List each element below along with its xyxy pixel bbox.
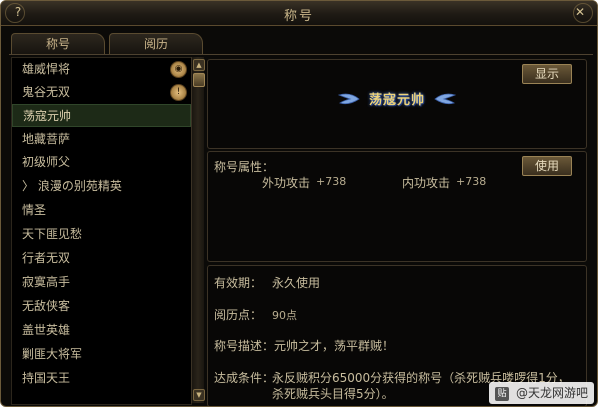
list-item[interactable]: 雄威悍将 ◉ [12,58,191,81]
list-item-label: 寂寞高手 [22,275,71,289]
title-list: 雄威悍将 ◉ 鬼谷无双 ! 荡寇元帅 地藏菩萨 初级师父 〉 浪漫の别苑精英 情… [11,57,192,405]
list-item-label: 持国天王 [22,371,71,385]
tieba-logo-icon: 贴 [495,386,510,401]
points-value: 90点 [272,309,297,322]
tab-titles[interactable]: 称号 [11,33,105,54]
list-item-label: 荡寇元帅 [23,109,72,123]
window-title: 称号 [283,9,314,24]
scroll-down-icon[interactable]: ▼ [193,389,205,401]
title-display-panel: 显示 荡寇元帅 [207,59,587,149]
list-item-label: 无敌侠客 [22,299,71,313]
list-item[interactable]: 天下匪见愁 [12,223,191,246]
outer-attack-value: +738 [316,175,347,188]
condition-text-line2: 杀死贼兵头目得5分）。 [272,387,394,401]
exclamation-icon[interactable]: ! [170,84,187,101]
title-description: 称号描述：元帅之才，荡平群贼！ [214,339,395,353]
list-item[interactable]: 初级师父 [12,151,191,174]
attributes-panel: 使用 称号属性： 外功攻击 +738 内功攻击 +738 [207,151,587,262]
list-item-label: 天下匪见愁 [22,227,83,241]
tab-history[interactable]: 阅历 [109,33,203,54]
use-button[interactable]: 使用 [522,156,572,176]
title-bar[interactable]: ? 称号 ✕ [1,1,597,26]
list-item-label: 〉 浪漫の别苑精英 [22,179,122,193]
validity-label: 有效期： [214,276,263,290]
watermark-text: @天龙网游吧 [515,386,588,400]
close-icon[interactable]: ✕ [573,5,587,19]
list-item[interactable]: 剿匪大将军 [12,343,191,366]
tab-divider [9,54,593,55]
list-item[interactable]: 情圣 [12,199,191,222]
list-item[interactable]: … [12,391,191,405]
eye-icon[interactable]: ◉ [170,61,187,78]
condition-label: 达成条件： [214,371,275,385]
list-item[interactable]: 持国天王 [12,367,191,390]
scroll-thumb[interactable] [193,73,205,87]
list-item[interactable]: 行者无双 [12,247,191,270]
selected-title-name: 荡寇元帅 [368,93,425,108]
list-item-selected[interactable]: 荡寇元帅 [12,104,191,127]
list-item-label: 剿匪大将军 [22,347,83,361]
list-item[interactable]: 无敌侠客 [12,295,191,318]
inner-attack-value: +738 [456,175,487,188]
validity-value: 永久使用 [272,276,321,290]
wing-left-icon [337,93,360,104]
list-item[interactable]: 地藏菩萨 [12,128,191,151]
points-label: 阅历点： [214,308,263,322]
list-item-label: … [22,395,34,405]
wing-right-icon [434,93,457,104]
scroll-up-icon[interactable]: ▲ [193,59,205,71]
list-item-label: 盖世英雄 [22,323,71,337]
title-emblem: 荡寇元帅 [208,88,586,112]
list-item-label: 初级师父 [22,155,71,169]
list-item[interactable]: 寂寞高手 [12,271,191,294]
outer-attack-label: 外功攻击 [262,176,311,190]
attributes-heading: 称号属性： [214,160,275,174]
list-item[interactable]: 鬼谷无双 ! [12,81,191,104]
list-scrollbar[interactable]: ▲ ▼ [191,57,205,403]
watermark: 贴 @天龙网游吧 [489,382,594,404]
list-item[interactable]: 盖世英雄 [12,319,191,342]
title-window: ? 称号 ✕ 称号 阅历 雄威悍将 ◉ 鬼谷无双 ! 荡寇元帅 地藏菩萨 初级师… [0,0,598,407]
list-item-label: 地藏菩萨 [22,132,71,146]
list-item[interactable]: 〉 浪漫の别苑精英 [12,175,191,198]
list-item-label: 情圣 [22,203,47,217]
list-item-label: 鬼谷无双 [22,85,71,99]
inner-attack-label: 内功攻击 [402,176,451,190]
show-button[interactable]: 显示 [522,64,572,84]
list-item-label: 雄威悍将 [22,62,71,76]
list-item-label: 行者无双 [22,251,71,265]
